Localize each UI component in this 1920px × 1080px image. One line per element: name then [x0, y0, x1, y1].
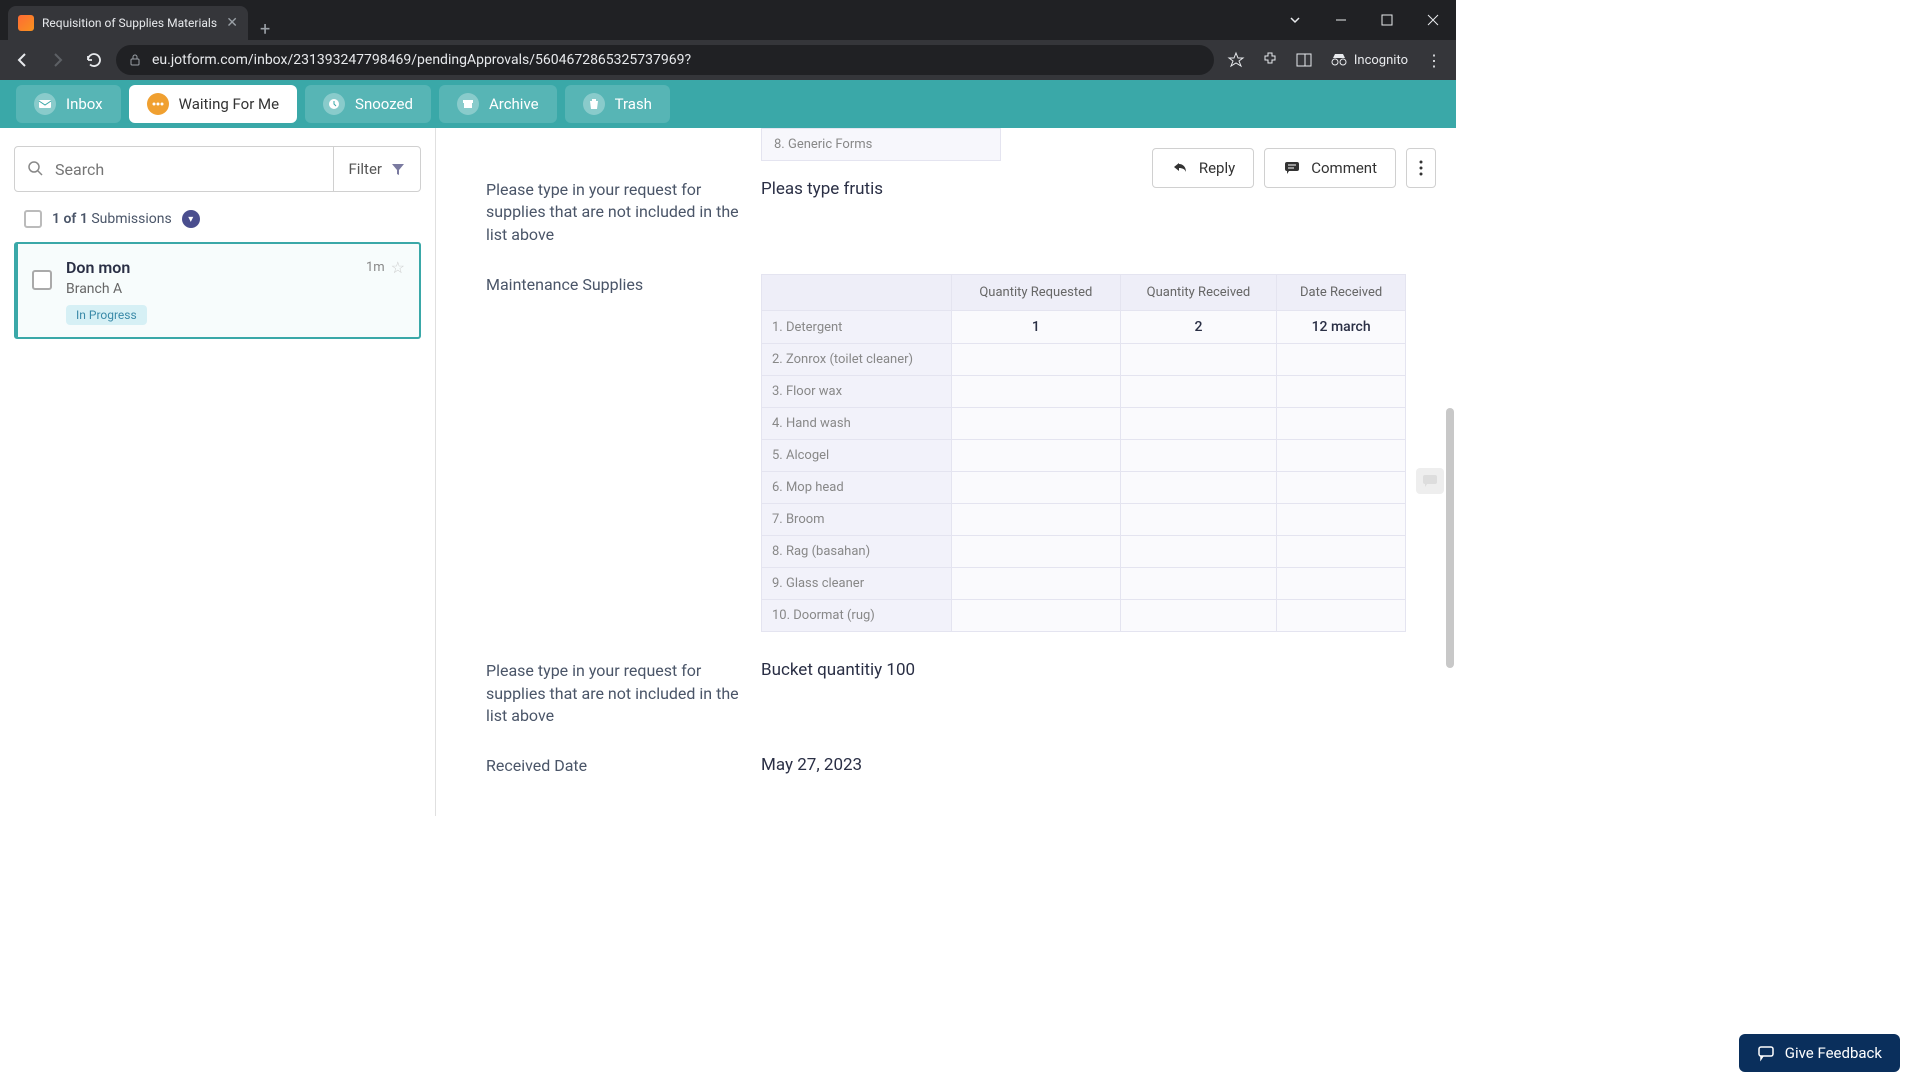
table-row: 1. Detergent1212 march	[762, 311, 1406, 344]
extra-request-label-1: Please type in your request for supplies…	[486, 179, 741, 246]
snoozed-icon	[323, 93, 345, 115]
tab-waiting-for-me[interactable]: Waiting For Me	[129, 85, 297, 123]
browser-menu-icon[interactable]: ⋮	[1420, 46, 1448, 74]
archive-icon	[457, 93, 479, 115]
table-header: Quantity Received	[1120, 275, 1277, 311]
lock-icon	[128, 53, 142, 67]
tab-trash[interactable]: Trash	[565, 85, 670, 123]
main-toolbar: Reply Comment	[1152, 148, 1436, 188]
table-row: 10. Doormat (rug)	[762, 600, 1406, 632]
received-date-label: Received Date	[486, 755, 741, 777]
table-header	[762, 275, 952, 311]
window-controls	[1272, 0, 1456, 40]
filter-icon	[390, 161, 406, 177]
table-header: Quantity Requested	[952, 275, 1121, 311]
submissions-count: 1 of 1 Submissions ▾	[14, 192, 421, 242]
submission-card[interactable]: Don mon 1m ☆ Branch A In Progress	[14, 242, 421, 339]
submission-branch: Branch A	[66, 281, 405, 297]
give-feedback-button[interactable]: Give Feedback	[1739, 1034, 1900, 1072]
table-row: 9. Glass cleaner	[762, 568, 1406, 600]
table-row: 4. Hand wash	[762, 408, 1406, 440]
content-scroll[interactable]: 8. Generic Forms Please type in your req…	[436, 128, 1456, 816]
maximize-button[interactable]	[1364, 0, 1410, 40]
tab-snoozed[interactable]: Snoozed	[305, 85, 431, 123]
extensions-icon[interactable]	[1256, 46, 1284, 74]
trash-icon	[583, 93, 605, 115]
search-filter-row: Filter	[14, 146, 421, 192]
reply-button[interactable]: Reply	[1152, 148, 1254, 188]
tab-title: Requisition of Supplies Materials	[42, 16, 218, 30]
table-row: 6. Mop head	[762, 472, 1406, 504]
table-row: 5. Alcogel	[762, 440, 1406, 472]
url-field[interactable]: eu.jotform.com/inbox/231393247798469/pen…	[116, 45, 1214, 75]
generic-forms-cell: 8. Generic Forms	[761, 128, 1001, 161]
browser-tab[interactable]: Requisition of Supplies Materials ✕	[8, 6, 248, 40]
sidebar: Filter 1 of 1 Submissions ▾ Don mon 1m ☆…	[0, 128, 436, 816]
favicon	[18, 15, 34, 31]
star-icon[interactable]: ☆	[391, 258, 405, 277]
sort-dropdown[interactable]: ▾	[182, 210, 200, 228]
table-row: 3. Floor wax	[762, 376, 1406, 408]
scrollbar[interactable]	[1444, 138, 1454, 806]
table-row: 2. Zonrox (toilet cleaner)	[762, 344, 1406, 376]
tab-close-icon[interactable]: ✕	[226, 15, 238, 31]
kebab-icon	[1419, 159, 1423, 177]
tab-search-icon[interactable]	[1272, 0, 1318, 40]
minimize-button[interactable]	[1318, 0, 1364, 40]
table-header: Date Received	[1277, 275, 1406, 311]
table-row: 7. Broom	[762, 504, 1406, 536]
inline-comment-icon[interactable]	[1416, 468, 1444, 494]
maintenance-table: Quantity RequestedQuantity ReceivedDate …	[761, 274, 1406, 632]
extra-request-label-2: Please type in your request for supplies…	[486, 660, 741, 727]
tab-inbox[interactable]: Inbox	[16, 85, 121, 123]
feedback-icon	[1757, 1044, 1775, 1062]
browser-tab-strip: Requisition of Supplies Materials ✕ +	[0, 0, 1456, 40]
address-bar: eu.jotform.com/inbox/231393247798469/pen…	[0, 40, 1456, 80]
comment-button[interactable]: Comment	[1264, 148, 1396, 188]
table-row: 8. Rag (basahan)	[762, 536, 1406, 568]
sidepanel-icon[interactable]	[1290, 46, 1318, 74]
scroll-thumb[interactable]	[1446, 408, 1454, 668]
app-nav: Inbox Waiting For Me Snoozed Archive Tra…	[0, 80, 1456, 128]
submission-checkbox[interactable]	[32, 270, 52, 290]
select-all-checkbox[interactable]	[24, 210, 42, 228]
waiting-icon	[147, 93, 169, 115]
inbox-icon	[34, 93, 56, 115]
maintenance-label: Maintenance Supplies	[486, 274, 741, 296]
incognito-icon	[1330, 51, 1348, 69]
more-actions-button[interactable]	[1406, 148, 1436, 188]
reload-button[interactable]	[80, 46, 108, 74]
submission-name: Don mon	[66, 258, 130, 277]
close-window-button[interactable]	[1410, 0, 1456, 40]
url-text: eu.jotform.com/inbox/231393247798469/pen…	[152, 52, 691, 68]
extra-request-value-2: Bucket quantitiy 100	[761, 660, 1406, 680]
bookmark-icon[interactable]	[1222, 46, 1250, 74]
tab-archive[interactable]: Archive	[439, 85, 557, 123]
forward-button[interactable]	[44, 46, 72, 74]
filter-button[interactable]: Filter	[333, 147, 420, 191]
search-box	[15, 147, 333, 191]
comment-icon	[1283, 159, 1301, 177]
reply-icon	[1171, 159, 1189, 177]
new-tab-button[interactable]: +	[248, 19, 282, 40]
search-input[interactable]	[55, 160, 321, 179]
search-icon	[27, 160, 45, 178]
submission-time: 1m	[366, 260, 385, 275]
incognito-badge[interactable]: Incognito	[1324, 51, 1414, 69]
main-panel: Reply Comment 8. Generic Forms Please	[436, 128, 1456, 816]
back-button[interactable]	[8, 46, 36, 74]
received-date-value: May 27, 2023	[761, 755, 1406, 775]
status-badge: In Progress	[66, 305, 147, 325]
